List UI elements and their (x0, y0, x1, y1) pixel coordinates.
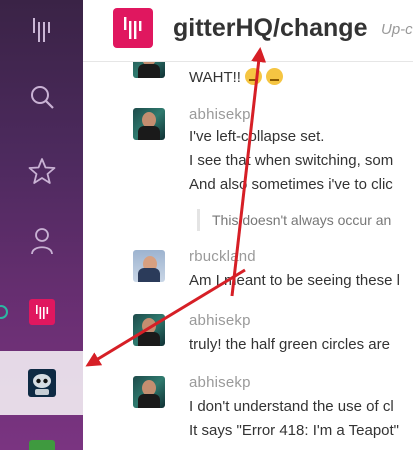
astonished-emoji-icon (244, 68, 262, 85)
user-icon (30, 228, 53, 255)
people-button[interactable] (0, 212, 83, 270)
message-username[interactable]: abhisekp (189, 312, 251, 329)
favourites-button[interactable] (0, 142, 83, 200)
room-item-green[interactable] (0, 428, 83, 450)
message-line: WAHT!! (189, 68, 283, 86)
unread-indicator (0, 305, 8, 319)
message-line: And also sometimes i've to clic (189, 176, 393, 193)
avatar[interactable] (133, 250, 165, 282)
avatar[interactable] (133, 62, 165, 78)
avatar[interactable] (133, 376, 165, 408)
room-green-icon (28, 440, 55, 450)
message-line: I don't understand the use of cl (189, 398, 394, 415)
message-line: It says "Error 418: I'm a Teapot" (189, 422, 399, 439)
message-username[interactable]: abhisekp (189, 106, 251, 123)
room-item-gitterhq[interactable] (0, 283, 83, 341)
message-username[interactable]: rbuckland (189, 248, 256, 265)
search-icon (30, 86, 54, 109)
expressionless-emoji-icon (265, 68, 283, 85)
avatar[interactable] (133, 108, 165, 140)
gitter-room-logo-icon (124, 17, 142, 39)
message-line: I've left-collapse set. (189, 128, 325, 145)
room-topic: Up-c (381, 21, 413, 38)
message-line: truly! the half green circles are (189, 336, 390, 353)
gitter-logo-button[interactable] (0, 0, 83, 58)
avatar[interactable] (133, 314, 165, 346)
room-gitterhq-icon (28, 299, 55, 325)
room-item-active[interactable] (0, 351, 83, 415)
search-button[interactable] (0, 68, 83, 126)
message-quote: This doesn't always occur an (197, 209, 391, 231)
chat-feed: WAHT!! abhisekp I've left-collapse set. … (83, 62, 413, 450)
room-logo[interactable] (113, 8, 153, 48)
left-rail (0, 0, 83, 450)
message-line: I see that when switching, som (189, 152, 394, 169)
room-header: gitterHQ/change Up-c (83, 0, 413, 62)
room-robot-avatar-icon (27, 369, 56, 397)
message-line: Am I meant to be seeing these l (189, 272, 400, 289)
gitter-logo-icon (32, 18, 50, 42)
message-username[interactable]: abhisekp (189, 374, 251, 391)
room-title[interactable]: gitterHQ/change (173, 14, 367, 43)
star-icon (28, 158, 55, 184)
